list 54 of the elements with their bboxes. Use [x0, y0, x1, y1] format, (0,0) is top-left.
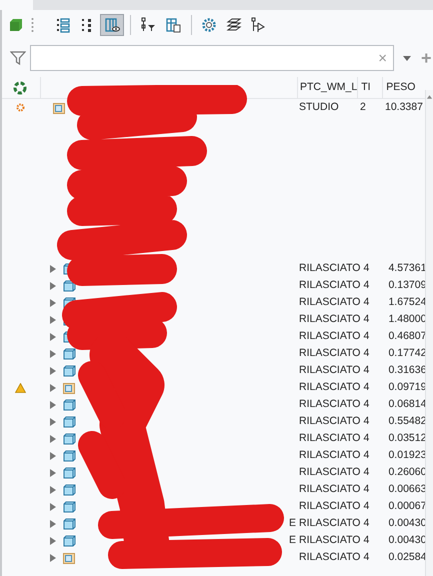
- weight-cell-text: 0.31636: [388, 362, 426, 378]
- state-cell-text: RILASCIATO: [299, 550, 360, 565]
- state-cell-text: RILASCIATO: [299, 346, 360, 361]
- type-cell-text: 4: [363, 448, 370, 463]
- state-cell-text: STUDIO: [299, 100, 339, 115]
- type-cell-text: 4: [363, 294, 370, 310]
- state-cell-text: RILASCIATO: [299, 294, 360, 310]
- state-cell-text: RILASCIATO: [299, 312, 360, 327]
- type-cell-text: 4: [363, 482, 370, 497]
- type-cell-text: 4: [363, 550, 370, 565]
- name-text: E: [288, 516, 297, 531]
- type-cell-text: 4: [363, 260, 370, 276]
- state-cell-text: RILASCIATO: [299, 448, 360, 463]
- weight-cell-text: 0.06814: [388, 396, 426, 412]
- type-cell-text: 4: [363, 346, 370, 361]
- type-cell-text: 4: [363, 498, 370, 514]
- state-cell-text: RILASCIATO: [299, 328, 360, 344]
- weight-cell-text: 1.67524: [388, 294, 426, 310]
- type-cell-text: 4: [363, 312, 370, 327]
- name-text: E: [288, 532, 297, 548]
- state-cell-text: RILASCIATO: [299, 464, 360, 480]
- type-cell-text: 4: [363, 464, 370, 480]
- state-cell-text: RILASCIATO: [299, 396, 360, 412]
- type-cell-text: 4: [363, 362, 370, 378]
- type-cell-text: 4: [363, 278, 370, 293]
- type-cell-text: 4: [363, 380, 370, 395]
- state-cell-text: RILASCIATO: [299, 260, 360, 276]
- weight-cell-text: 0.46807: [388, 328, 426, 344]
- type-cell-text: 4: [363, 396, 370, 412]
- weight-cell-text: 0.00663: [388, 482, 426, 497]
- weight-cell-text: 10.3387: [385, 100, 423, 115]
- type-cell-text: 4: [363, 516, 370, 531]
- type-cell-text: 4: [363, 414, 370, 429]
- weight-cell-text: 4.57361: [388, 260, 426, 276]
- type-cell-text: 4: [363, 430, 370, 446]
- column-header[interactable]: TI: [357, 77, 382, 98]
- state-cell-text: RILASCIATO: [299, 278, 360, 293]
- state-cell-text: RILASCIATO: [299, 498, 360, 514]
- weight-cell-text: 0.02584: [388, 550, 426, 565]
- weight-cell-text: 0.55482: [388, 414, 426, 429]
- type-cell-text: 2: [360, 100, 366, 115]
- state-cell-text: RILASCIATO: [299, 414, 360, 429]
- weight-cell-text: 0.03512: [388, 430, 426, 446]
- column-header[interactable]: PTC_WM_L: [297, 77, 358, 98]
- state-cell-text: RILASCIATO: [299, 430, 360, 446]
- weight-cell-text: 0.00067: [388, 498, 426, 514]
- type-cell-text: 4: [363, 532, 370, 548]
- weight-cell-text: 0.17742: [388, 346, 426, 361]
- state-cell-text: RILASCIATO: [299, 362, 360, 378]
- state-cell-text: RILASCIATO: [299, 380, 360, 395]
- type-cell-text: 4: [363, 328, 370, 344]
- state-cell-text: RILASCIATO: [299, 482, 360, 497]
- state-cell-text: RILASCIATO: [299, 532, 360, 548]
- state-cell-text: RILASCIATO: [299, 516, 360, 531]
